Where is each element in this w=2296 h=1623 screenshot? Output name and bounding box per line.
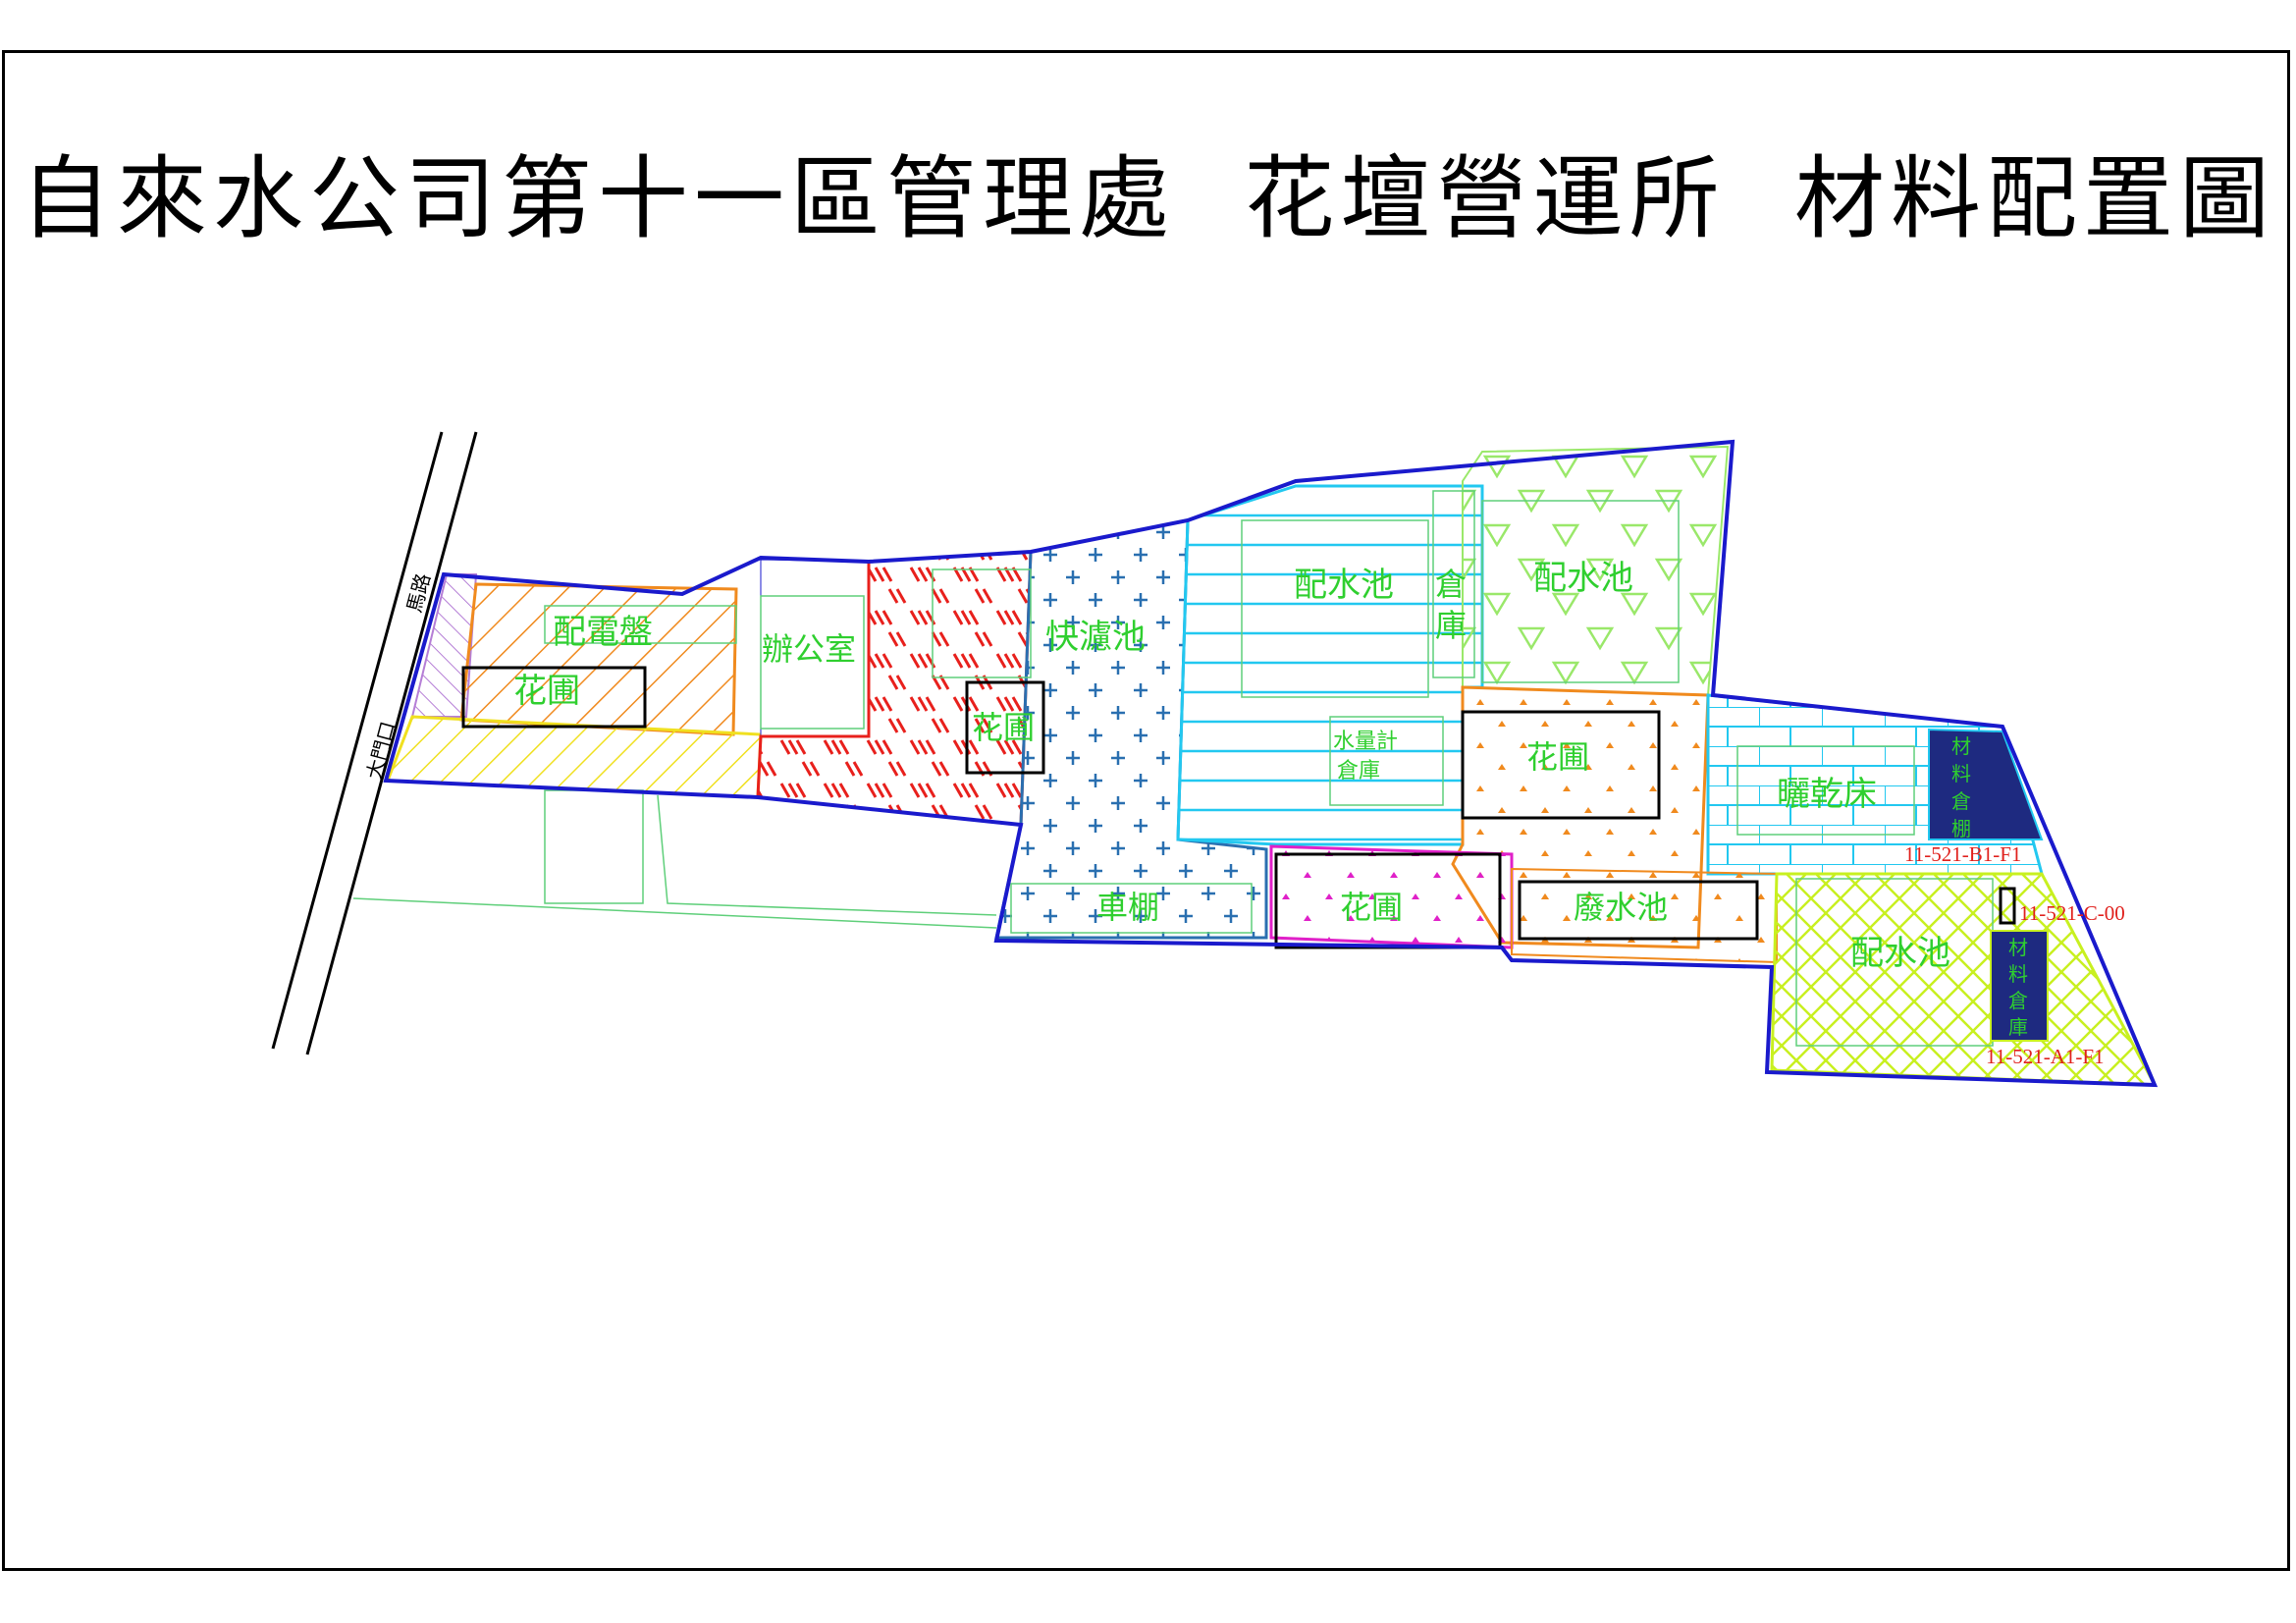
code-material-warehouse: 11-521-A1-F1 [1986,1045,2105,1068]
svg-text:庫: 庫 [2008,1015,2028,1039]
label-power-panel: 配電盤 [553,613,653,652]
label-meter-warehouse-a: 水量計 [1333,730,1398,754]
label-office: 辦公室 [762,630,856,668]
label-garden-1: 花圃 [513,672,580,711]
svg-text:材: 材 [1951,734,1971,758]
code-small: 11-521-C-00 [2019,901,2125,925]
label-garden-4: 花圃 [1340,889,1403,926]
label-warehouse-1a: 倉 [1435,566,1467,603]
svg-text:材: 材 [2008,936,2028,959]
road-name-label: 馬路 [402,570,436,615]
site-plan-map: 馬路 大門口 配電盤 花圃 辦公室 快濾池 花圃 配水池 倉 庫 配水池 水量計… [271,431,2159,1088]
label-waste-pool: 廢水池 [1574,889,1668,926]
label-fast-filter: 快濾池 [1045,618,1146,657]
label-reservoir-3: 配水池 [1850,934,1950,973]
svg-text:倉: 倉 [2008,989,2028,1012]
svg-text:棚: 棚 [1951,817,1971,840]
label-meter-warehouse-b: 倉庫 [1337,759,1380,784]
label-warehouse-1b: 庫 [1435,607,1467,644]
label-reservoir-1: 配水池 [1294,566,1394,605]
zone-power-panel [459,582,738,736]
code-material-shed: 11-521-B1-F1 [1904,842,2021,866]
svg-text:倉: 倉 [1951,789,1971,813]
material-shed-block [1928,728,2044,840]
label-garden-2: 花圃 [972,709,1035,746]
label-reservoir-2: 配水池 [1533,559,1633,598]
label-garden-3: 花圃 [1526,738,1589,776]
label-drying-bed: 曬乾床 [1777,775,1877,814]
svg-text:料: 料 [1951,762,1971,785]
label-carport: 車棚 [1096,889,1159,926]
zones [385,445,2158,1087]
svg-text:料: 料 [2008,962,2028,986]
